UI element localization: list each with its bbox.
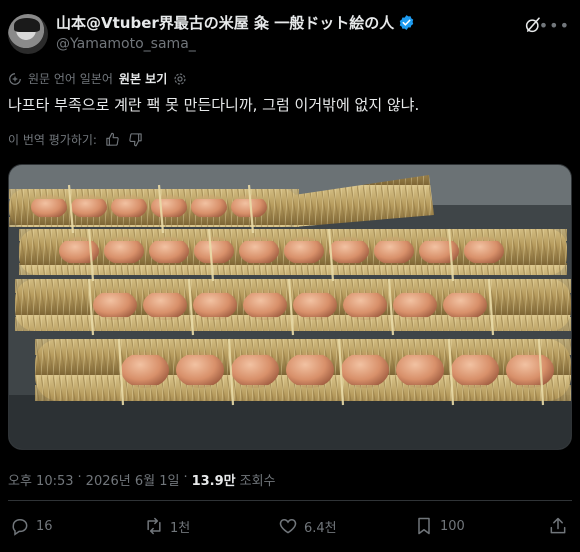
post-header: 山本@Vtuber界最古の米屋 粂 一般ドット絵の人 @Yamamoto_sam… xyxy=(8,10,572,58)
bookmark-count: 100 xyxy=(440,518,465,534)
divider xyxy=(8,500,572,501)
translation-bar: 원문 언어 일본어 원본 보기 xyxy=(8,70,187,87)
rate-translation-label: 이 번역 평가하기: xyxy=(8,133,97,147)
rate-translation-row: 이 번역 평가하기: xyxy=(8,131,143,148)
share-icon xyxy=(550,517,566,534)
author-name-row[interactable]: 山本@Vtuber界最古の米屋 粂 一般ドット絵の人 xyxy=(56,12,415,33)
straw-egg-bundles-photo xyxy=(9,165,571,449)
avatar[interactable] xyxy=(8,14,48,54)
repost-icon xyxy=(147,517,161,535)
views-label: 조회수 xyxy=(239,474,276,489)
post-time[interactable]: 오후 10:53 xyxy=(8,470,74,489)
translate-icon xyxy=(9,72,21,85)
like-button[interactable]: 6.4천 xyxy=(278,516,337,536)
heart-icon xyxy=(279,518,297,534)
reply-icon xyxy=(12,519,28,536)
verified-badge-icon xyxy=(399,15,414,30)
share-button[interactable] xyxy=(548,516,568,536)
post-meta: 오후 10:53 · 2026년 6월 1일 · 13.9만 조회수 xyxy=(8,470,276,489)
author-handle[interactable]: @Yamamoto_sama_ xyxy=(56,36,196,52)
meta-separator: · xyxy=(183,470,188,485)
bookmark-icon xyxy=(418,517,430,535)
thumbs-up-icon[interactable] xyxy=(105,132,120,147)
reply-button[interactable]: 16 xyxy=(10,516,53,536)
views-count: 13.9만 xyxy=(191,474,236,489)
thumbs-down-icon[interactable] xyxy=(128,132,143,147)
translated-from-label: 원문 언어 일본어 xyxy=(28,72,113,86)
show-original-link[interactable]: 원본 보기 xyxy=(119,70,167,87)
reply-count: 16 xyxy=(36,518,53,534)
post-image[interactable] xyxy=(8,164,572,450)
settings-gear-icon[interactable] xyxy=(173,72,187,86)
like-count: 6.4천 xyxy=(304,520,337,536)
post-date[interactable]: 2026년 6월 1일 xyxy=(86,470,180,489)
action-bar: 16 1천 6.4천 100 xyxy=(8,516,572,544)
repost-count: 1천 xyxy=(170,520,191,536)
meta-separator: · xyxy=(77,470,82,485)
repost-button[interactable]: 1천 xyxy=(144,516,190,536)
more-options-icon[interactable]: ••• xyxy=(539,16,570,35)
bookmark-button[interactable]: 100 xyxy=(414,516,465,536)
post-text: 나프타 부족으로 계란 팩 못 만든다니까, 그럼 이거밖에 없지 않냐. xyxy=(8,96,420,114)
display-name[interactable]: 山本@Vtuber界最古の米屋 粂 一般ドット絵の人 xyxy=(56,12,394,33)
